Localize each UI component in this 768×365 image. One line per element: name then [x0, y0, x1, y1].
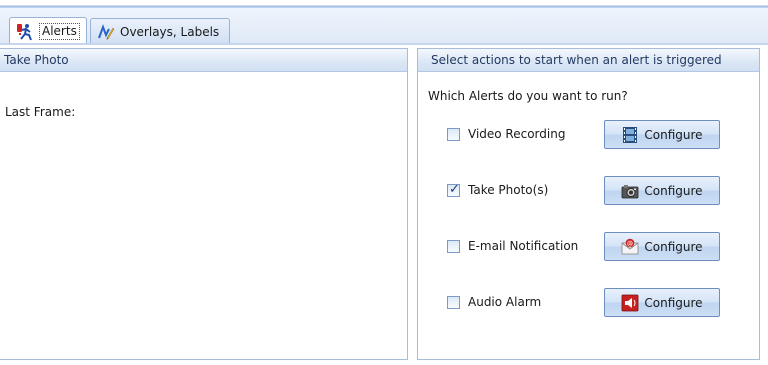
window-top-edge	[0, 0, 768, 8]
tab-strip: Alerts Overlays, Labels	[0, 8, 768, 45]
speaker-icon	[621, 294, 639, 312]
configure-audio-alarm-button[interactable]: Configure	[604, 288, 720, 317]
tab-alerts[interactable]: Alerts	[9, 17, 87, 45]
video-recording-label: Video Recording	[468, 127, 566, 141]
camera-icon	[621, 182, 639, 200]
last-frame-label: Last Frame:	[5, 105, 76, 119]
action-row-take-photos: ✓ Take Photo(s) Configure	[418, 176, 761, 206]
tab-overlays-labels-label: Overlays, Labels	[120, 24, 220, 39]
email-icon: @	[621, 238, 639, 256]
configure-audio-alarm-label: Configure	[644, 295, 703, 310]
configure-email-notification-button[interactable]: @ Configure	[604, 232, 720, 261]
alert-actions-panel-title: Select actions to start when an alert is…	[418, 49, 759, 72]
take-photo-panel-title: Take Photo	[0, 49, 407, 72]
alerts-question: Which Alerts do you want to run?	[428, 89, 628, 103]
checkmark-icon: ✓	[449, 182, 460, 197]
action-row-email-notification: E-mail Notification @ Configure	[418, 232, 761, 262]
configure-take-photos-button[interactable]: Configure	[604, 176, 720, 205]
configure-video-recording-label: Configure	[644, 127, 703, 142]
email-notification-label: E-mail Notification	[468, 239, 579, 253]
action-row-audio-alarm: Audio Alarm Configure	[418, 288, 761, 318]
tab-overlays-labels[interactable]: Overlays, Labels	[90, 18, 230, 44]
take-photo-panel: Take Photo Last Frame:	[0, 48, 408, 360]
pencil-overlay-icon	[97, 23, 115, 41]
alerts-running-figure-icon	[16, 23, 34, 41]
configure-email-notification-label: Configure	[644, 239, 703, 254]
take-photos-checkbox[interactable]: ✓	[447, 182, 460, 197]
film-icon	[621, 126, 639, 144]
tab-strip-border	[0, 43, 768, 45]
configure-video-recording-button[interactable]: Configure	[604, 120, 720, 149]
svg-text:@: @	[627, 240, 633, 247]
action-row-video-recording: Video Recording Configure	[418, 120, 761, 150]
tab-alerts-label: Alerts	[39, 23, 80, 40]
email-notification-checkbox[interactable]	[447, 240, 460, 253]
configure-take-photos-label: Configure	[644, 183, 703, 198]
video-recording-checkbox[interactable]	[447, 128, 460, 141]
alert-actions-panel: Select actions to start when an alert is…	[417, 48, 760, 360]
audio-alarm-checkbox[interactable]	[447, 296, 460, 309]
take-photos-label: Take Photo(s)	[468, 183, 549, 197]
audio-alarm-label: Audio Alarm	[468, 295, 542, 309]
